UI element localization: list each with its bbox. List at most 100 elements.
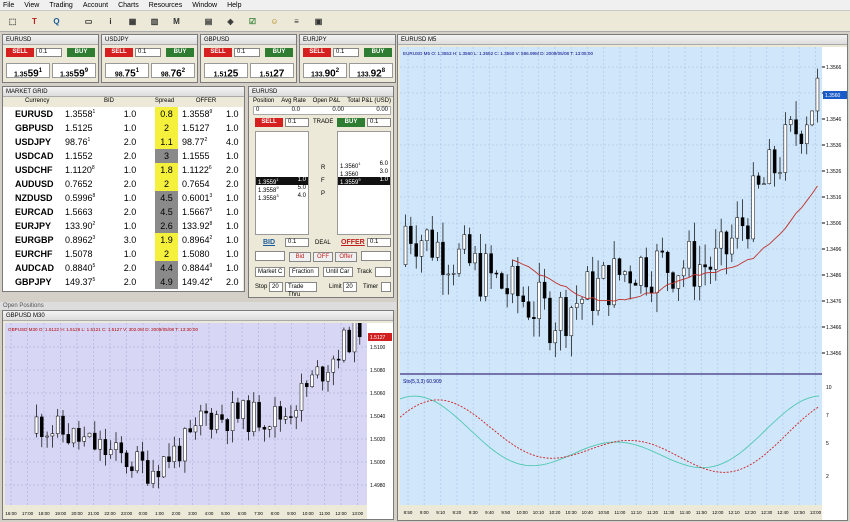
grid-offer[interactable]: 1.35589 <box>178 109 226 119</box>
grid-row-usdjpy[interactable]: USDJPY 98.761 2.0 1.1 98.772 4.0 <box>7 135 256 149</box>
grid-offer[interactable]: 1.11226 <box>178 165 226 175</box>
panel-buy-lot-select[interactable]: 0.1 <box>367 118 391 127</box>
menu-account[interactable]: Account <box>83 0 108 10</box>
resources-icon[interactable]: ▣ <box>310 13 327 30</box>
grid-bid[interactable]: 0.7652 <box>65 179 105 189</box>
fraction-select[interactable]: Fraction <box>289 267 319 277</box>
menu-resources[interactable]: Resources <box>149 0 182 10</box>
grid-row-gbpusd[interactable]: GBPUSD 1.5125 1.0 2 1.5127 1.0 <box>7 121 256 135</box>
grid-row-eurgbp[interactable]: EURGBP 0.89623 3.0 1.9 0.89642 1.0 <box>7 233 256 247</box>
buy-button[interactable]: BUY <box>265 48 293 57</box>
depth-row[interactable]: 1.35583 4.0 <box>256 193 308 202</box>
grid-offer[interactable]: 0.7654 <box>178 179 226 189</box>
bid-link[interactable]: BID <box>263 239 275 246</box>
lot-select[interactable]: 0.1 <box>333 48 359 57</box>
timer-input[interactable] <box>381 282 391 292</box>
grid-bid[interactable]: 1.5663 <box>65 207 105 217</box>
buy-button[interactable]: BUY <box>166 48 194 57</box>
bid-price[interactable]: 1.35591 <box>6 63 50 79</box>
menu-trading[interactable]: Trading <box>49 0 72 10</box>
new-order-icon[interactable]: T <box>26 13 43 30</box>
lot-select[interactable]: 0.1 <box>36 48 62 57</box>
lot-select[interactable]: 0.1 <box>135 48 161 57</box>
panel-buy-button[interactable]: BUY <box>337 118 365 127</box>
grid-row-eurusd[interactable]: EURUSD 1.35581 1.0 0.8 1.35589 1.0 <box>7 107 256 121</box>
ask-price[interactable]: 98.762 <box>151 63 195 79</box>
chart-settings-icon[interactable]: ≡ <box>288 13 305 30</box>
grid-offer[interactable]: 1.5080 <box>178 249 226 259</box>
depth-row[interactable]: 1.35589 5.0 <box>256 185 308 194</box>
bid-price[interactable]: 1.5125 <box>204 63 248 79</box>
sell-button[interactable]: SELL <box>303 48 331 57</box>
panel-sell-button[interactable]: SELL <box>255 118 283 127</box>
eurusd-chart-canvas[interactable]: 1.35661.35561.35461.35361.35261.35161.35… <box>400 47 847 520</box>
bid-price[interactable]: 98.751 <box>105 63 149 79</box>
bid-lot-select[interactable]: 0.1 <box>285 238 309 247</box>
grid-bid[interactable]: 1.11208 <box>65 165 105 175</box>
grid-bid[interactable]: 1.5125 <box>65 123 105 133</box>
offer-lot-select[interactable]: 0.1 <box>367 238 391 247</box>
until-cancel-select[interactable]: Until Car <box>323 267 353 277</box>
depth-row[interactable]: 1.3560 3.0 <box>338 169 390 178</box>
bid-price[interactable]: 133.902 <box>303 63 347 79</box>
sell-button[interactable]: SELL <box>105 48 133 57</box>
menu-charts[interactable]: Charts <box>118 0 139 10</box>
grid-row-audcad[interactable]: AUDCAD 0.88405 2.0 4.4 0.88449 1.0 <box>7 261 256 275</box>
grid-bid[interactable]: 1.35581 <box>65 109 105 119</box>
search-icon[interactable]: Q <box>48 13 65 30</box>
grid-bid[interactable]: 1.1552 <box>65 151 105 161</box>
offer-button[interactable]: Offer <box>335 252 357 262</box>
ms-icon[interactable]: M <box>168 13 185 30</box>
limit-input[interactable]: 20 <box>343 282 357 292</box>
sell-button[interactable]: SELL <box>204 48 232 57</box>
buy-button[interactable]: BUY <box>364 48 392 57</box>
grid-row-eurcad[interactable]: EURCAD 1.5663 2.0 4.5 1.56675 1.0 <box>7 205 256 219</box>
grid-offer[interactable]: 1.56675 <box>178 207 226 217</box>
market-order-select[interactable]: Market C <box>255 267 285 277</box>
panel-sell-lot-select[interactable]: 0.1 <box>285 118 309 127</box>
menu-view[interactable]: View <box>24 0 39 10</box>
trade-thru-select[interactable]: Trade Thru <box>285 282 317 298</box>
depth-row[interactable]: 1.35601 6.0 <box>338 161 390 170</box>
rectangle-icon[interactable]: ▭ <box>80 13 97 30</box>
grid-row-eurjpy[interactable]: EURJPY 133.902 1.0 2.6 133.928 1.0 <box>7 219 256 233</box>
grid-bid[interactable]: 149.375 <box>65 277 105 287</box>
grid-offer[interactable]: 98.772 <box>178 137 226 147</box>
grid-offer[interactable]: 0.89642 <box>178 235 226 245</box>
depth-row[interactable]: 1.35591 1.0 <box>256 177 308 186</box>
layers-icon[interactable]: ◈ <box>222 13 239 30</box>
grid-offer[interactable]: 133.928 <box>178 221 226 231</box>
cursor-icon[interactable]: ⬚ <box>4 13 21 30</box>
offer-link[interactable]: OFFER <box>341 239 365 246</box>
depth-row[interactable]: 1.35599 1.0 <box>338 177 390 186</box>
grid-offer[interactable]: 0.88449 <box>178 263 226 273</box>
menu-file[interactable]: File <box>3 0 14 10</box>
grid-row-usdchf[interactable]: USDCHF 1.11208 1.0 1.8 1.11226 2.0 <box>7 163 256 177</box>
ask-price[interactable]: 1.35599 <box>52 63 96 79</box>
lot-select[interactable]: 0.1 <box>234 48 260 57</box>
offer-price-input[interactable] <box>361 251 391 261</box>
bid-button[interactable]: Bid <box>289 252 311 262</box>
grid-row-usdcad[interactable]: USDCAD 1.1552 2.0 3 1.1555 1.0 <box>7 149 256 163</box>
grid-row-nzdusd[interactable]: NZDUSD 0.59968 1.0 4.5 0.60013 1.0 <box>7 191 256 205</box>
grid-bid[interactable]: 1.5078 <box>65 249 105 259</box>
grid-bid[interactable]: 0.88405 <box>65 263 105 273</box>
sell-button[interactable]: SELL <box>6 48 34 57</box>
grid-offer[interactable]: 1.1555 <box>178 151 226 161</box>
grid-offer[interactable]: 1.5127 <box>178 123 226 133</box>
menu-help[interactable]: Help <box>227 0 241 10</box>
bid-price-input[interactable] <box>255 251 285 261</box>
track-select[interactable] <box>375 267 391 277</box>
ask-price[interactable]: 133.928 <box>349 63 393 79</box>
grid-bid[interactable]: 0.59968 <box>65 193 105 203</box>
stop-input[interactable]: 20 <box>269 282 283 292</box>
grid-bid[interactable]: 98.761 <box>65 137 105 147</box>
checklist-icon[interactable]: ☑ <box>244 13 261 30</box>
grid-row-audusd[interactable]: AUDUSD 0.7652 2.0 2 0.7654 2.0 <box>7 177 256 191</box>
ask-price[interactable]: 1.5127 <box>250 63 294 79</box>
open-positions-bar[interactable]: Open Positions <box>0 302 396 310</box>
off-button[interactable]: OFF <box>313 252 333 262</box>
grid-offer[interactable]: 0.60013 <box>178 193 226 203</box>
info-icon[interactable]: i <box>102 13 119 30</box>
grid-offer[interactable]: 149.424 <box>178 277 226 287</box>
